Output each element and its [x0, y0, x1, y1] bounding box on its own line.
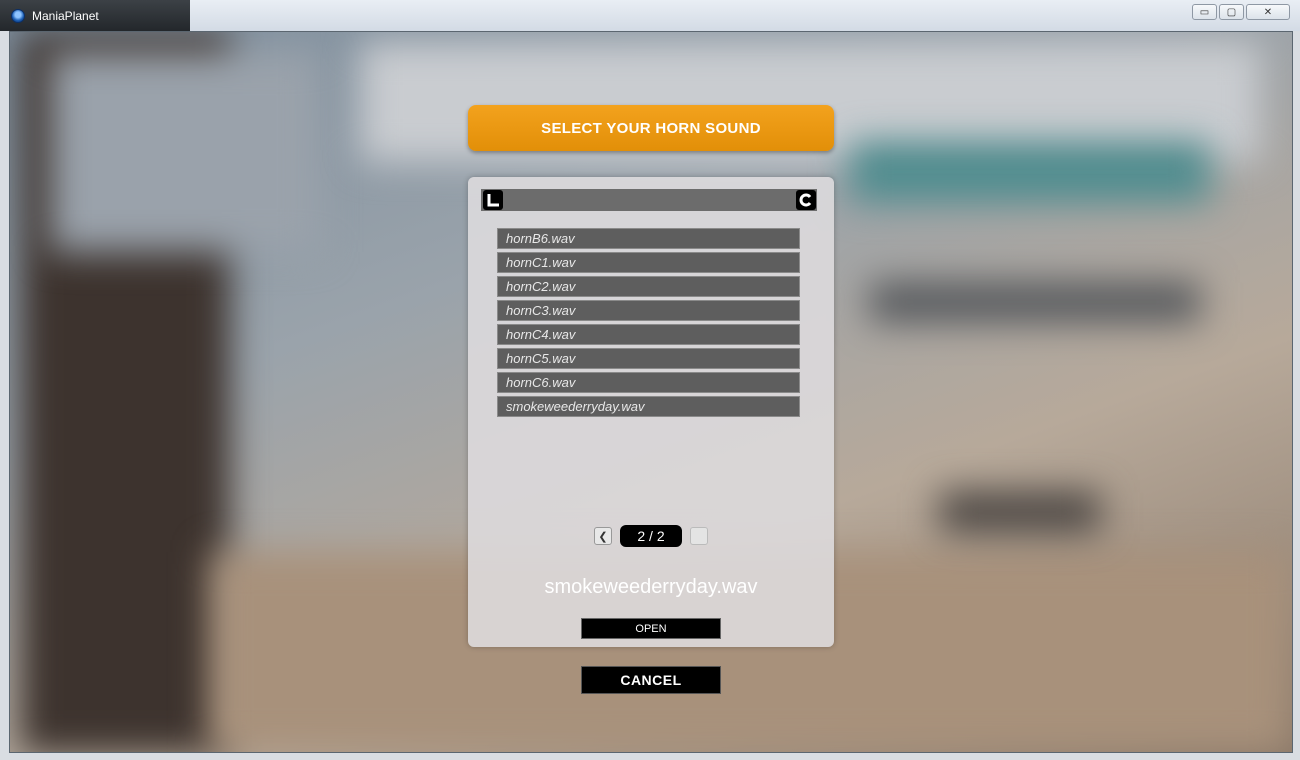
maximize-icon: ▢: [1226, 6, 1237, 18]
window-titlebar: ManiaPlanet ▭ ▢ ✕: [0, 0, 1300, 31]
maniaplanet-icon: [11, 9, 25, 23]
cancel-button[interactable]: CANCEL: [581, 666, 721, 694]
next-page-button[interactable]: [690, 527, 708, 545]
minimize-button[interactable]: ▭: [1192, 4, 1217, 20]
close-button[interactable]: ✕: [1246, 4, 1290, 20]
page-indicator: 2 / 2: [620, 525, 682, 547]
file-list-item[interactable]: hornC5.wav: [497, 348, 800, 369]
folder-up-icon: [487, 194, 499, 207]
open-button[interactable]: OPEN: [581, 618, 721, 639]
file-list-item[interactable]: hornC2.wav: [497, 276, 800, 297]
selected-file-name: smokeweederryday.wav: [544, 576, 758, 598]
background-right-dark: [870, 282, 1200, 322]
dialog-title-bar: SELECT YOUR HORN SOUND: [468, 105, 834, 151]
window-controls: ▭ ▢ ✕: [1192, 4, 1290, 20]
close-icon: ✕: [1263, 6, 1273, 18]
file-list-item[interactable]: smokeweederryday.wav: [497, 396, 800, 417]
refresh-icon: [799, 193, 812, 207]
file-list-item[interactable]: hornC3.wav: [497, 300, 800, 321]
path-bar: [481, 189, 817, 211]
parent-folder-button[interactable]: [483, 190, 503, 210]
titlebar-app-area: ManiaPlanet: [0, 0, 190, 31]
file-list-item[interactable]: hornC1.wav: [497, 252, 800, 273]
chevron-left-icon: ❮: [598, 530, 608, 543]
refresh-button[interactable]: [796, 190, 816, 210]
file-list-item[interactable]: hornC4.wav: [497, 324, 800, 345]
minimize-icon: ▭: [1199, 6, 1210, 18]
background-teal-band: [850, 142, 1210, 202]
window-title: ManiaPlanet: [32, 9, 99, 23]
file-list-item[interactable]: hornC6.wav: [497, 372, 800, 393]
dialog-title: SELECT YOUR HORN SOUND: [541, 119, 761, 137]
previous-page-button[interactable]: ❮: [594, 527, 612, 545]
maximize-button[interactable]: ▢: [1219, 4, 1244, 20]
background-right-block: [940, 492, 1100, 532]
file-list-item[interactable]: hornB6.wav: [497, 228, 800, 249]
background-left-panel: [50, 52, 320, 252]
